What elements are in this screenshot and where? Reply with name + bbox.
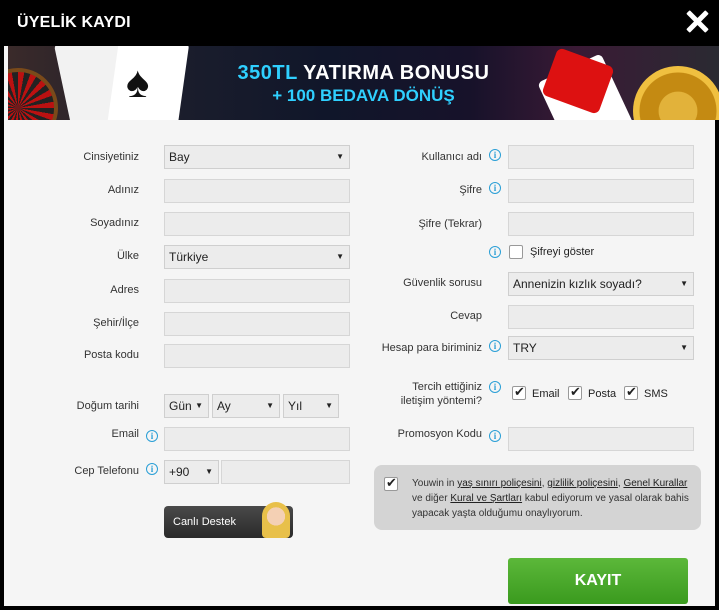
- contact-sms-checkbox[interactable]: [624, 384, 638, 400]
- dialog-titlebar: ÜYELİK KAYDI: [4, 0, 719, 46]
- postcode-label: Posta kodu: [83, 349, 139, 361]
- name-input[interactable]: [164, 179, 350, 203]
- phone-code-select[interactable]: +90: [164, 460, 219, 484]
- register-button[interactable]: KAYIT: [508, 558, 688, 604]
- live-support-button[interactable]: Canlı Destek: [164, 502, 293, 538]
- username-label: Kullanıcı adı: [421, 151, 482, 163]
- gender-value: Bay: [169, 150, 190, 164]
- dialog-title: ÜYELİK KAYDI: [17, 14, 131, 31]
- phone-code-value: +90: [169, 465, 190, 479]
- show-password-checkbox[interactable]: [509, 245, 523, 259]
- banner-subline: + 100 BEDAVA DÖNÜŞ: [272, 86, 455, 105]
- answer-label: Cevap: [450, 310, 482, 322]
- promo-code-input[interactable]: [508, 427, 694, 451]
- info-icon[interactable]: i: [489, 340, 501, 352]
- close-icon[interactable]: [686, 10, 708, 32]
- security-question-value: Annenizin kızlık soyadı?: [513, 277, 642, 291]
- contact-method-label-line2: iletişim yöntemi?: [400, 395, 482, 407]
- contact-email-label: Email: [532, 388, 560, 400]
- info-icon[interactable]: i: [489, 182, 501, 194]
- brand-name: Youwin: [412, 478, 444, 489]
- password-repeat-label: Şifre (Tekrar): [418, 218, 482, 230]
- phone-input[interactable]: [221, 460, 350, 484]
- postcode-input[interactable]: [164, 344, 350, 368]
- registration-dialog: ÜYELİK KAYDI ♠ 350TL YATIRMA BONUSU + 10…: [0, 0, 719, 610]
- banner-headline: 350TL YATIRMA BONUSU: [8, 62, 719, 85]
- answer-input[interactable]: [508, 305, 694, 329]
- email-input[interactable]: [164, 427, 350, 451]
- address-input[interactable]: [164, 279, 350, 303]
- birthdate-label: Doğum tarihi: [76, 400, 139, 412]
- birth-day-select[interactable]: Gün: [164, 394, 209, 418]
- birth-month-value: Ay: [217, 399, 231, 413]
- contact-post-label: Posta: [588, 388, 617, 400]
- bonus-banner[interactable]: ♠ 350TL YATIRMA BONUSU + 100 BEDAVA DÖNÜ…: [8, 46, 719, 120]
- gender-select[interactable]: Bay: [164, 145, 350, 169]
- country-label: Ülke: [116, 250, 139, 262]
- currency-select[interactable]: TRY: [508, 336, 694, 360]
- promo-code-label: Promosyon Kodu: [397, 428, 482, 440]
- address-label: Adres: [110, 284, 139, 296]
- country-value: Türkiye: [169, 250, 209, 264]
- banner-amount: 350TL: [237, 62, 298, 84]
- banner-headline-text: YATIRMA BONUSU: [297, 62, 490, 84]
- birth-year-value: Yıl: [288, 399, 303, 413]
- agreement-box: Youwin in yaş sınırı poliçesini, gizlili…: [374, 465, 701, 530]
- info-icon[interactable]: i: [489, 149, 501, 161]
- username-input[interactable]: [508, 145, 694, 169]
- contact-sms-label: SMS: [644, 388, 668, 400]
- privacy-policy-link[interactable]: gizlilik poliçesini: [547, 478, 618, 489]
- info-icon[interactable]: i: [146, 430, 158, 442]
- agent-avatar: [262, 502, 290, 538]
- info-icon[interactable]: i: [489, 381, 501, 393]
- security-question-select[interactable]: Annenizin kızlık soyadı?: [508, 272, 694, 296]
- agreement-text-part: in: [443, 478, 458, 489]
- password-repeat-input[interactable]: [508, 212, 694, 236]
- surname-label: Soyadınız: [90, 217, 139, 229]
- general-rules-link[interactable]: Genel Kurallar: [623, 478, 687, 489]
- info-icon[interactable]: i: [489, 430, 501, 442]
- gender-label: Cinsiyetiniz: [83, 151, 139, 163]
- show-password-label: Şifreyi göster: [530, 246, 595, 258]
- currency-value: TRY: [513, 341, 537, 355]
- info-icon[interactable]: i: [146, 463, 158, 475]
- info-icon[interactable]: i: [489, 246, 501, 258]
- live-support-label: Canlı Destek: [173, 516, 236, 528]
- contact-email-checkbox[interactable]: [512, 384, 526, 400]
- country-select[interactable]: Türkiye: [164, 245, 350, 269]
- city-input[interactable]: [164, 312, 350, 336]
- agreement-checkbox[interactable]: [384, 475, 398, 491]
- birth-year-select[interactable]: Yıl: [283, 394, 339, 418]
- age-policy-link[interactable]: yaş sınırı poliçesini: [457, 478, 541, 489]
- birth-month-select[interactable]: Ay: [212, 394, 280, 418]
- currency-label: Hesap para biriminiz: [381, 342, 482, 354]
- contact-method-label: Tercih ettiğiniz iletişim yöntemi?: [374, 380, 482, 408]
- name-label: Adınız: [107, 184, 139, 196]
- password-input[interactable]: [508, 179, 694, 203]
- agreement-text: Youwin in yaş sınırı poliçesini, gizlili…: [412, 476, 695, 521]
- city-label: Şehir/İlçe: [93, 317, 139, 329]
- contact-post-checkbox[interactable]: [568, 384, 582, 400]
- birth-day-value: Gün: [169, 399, 192, 413]
- security-question-label: Güvenlik sorusu: [403, 277, 482, 289]
- surname-input[interactable]: [164, 212, 350, 236]
- email-label: Email: [111, 428, 139, 440]
- agreement-text-part: ve diğer: [412, 493, 451, 504]
- password-label: Şifre: [459, 184, 482, 196]
- terms-link[interactable]: Kural ve Şartları: [450, 493, 522, 504]
- phone-label: Cep Telefonu: [74, 465, 139, 477]
- contact-method-label-line1: Tercih ettiğiniz: [412, 381, 482, 393]
